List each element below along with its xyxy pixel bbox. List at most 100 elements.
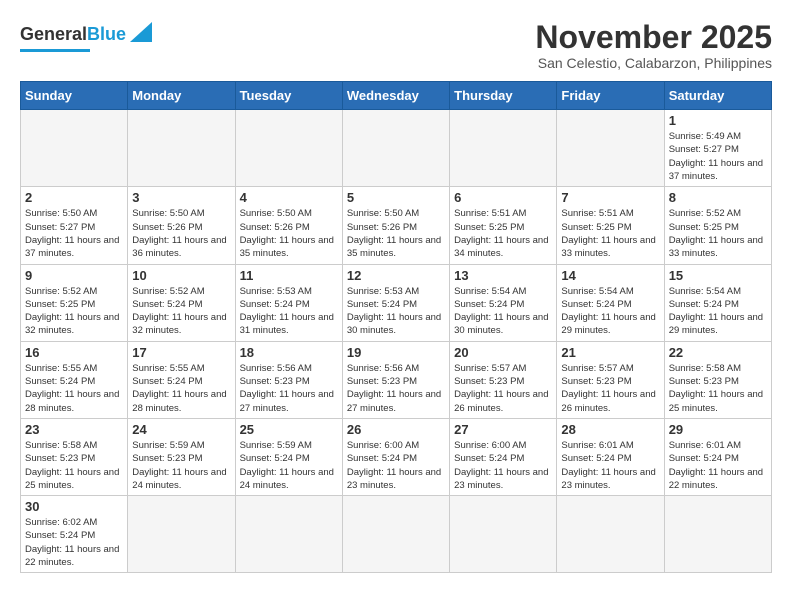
day-info: Sunrise: 6:00 AMSunset: 5:24 PMDaylight:… — [454, 439, 552, 492]
day-info: Sunrise: 5:49 AMSunset: 5:27 PMDaylight:… — [669, 130, 767, 183]
calendar-day-cell: 27 Sunrise: 6:00 AMSunset: 5:24 PMDayligh… — [450, 418, 557, 495]
day-number: 14 — [561, 268, 659, 283]
calendar-day-cell — [450, 496, 557, 573]
calendar-day-cell: 14 Sunrise: 5:54 AMSunset: 5:24 PMDayligh… — [557, 264, 664, 341]
calendar-table: SundayMondayTuesdayWednesdayThursdayFrid… — [20, 81, 772, 573]
day-number: 29 — [669, 422, 767, 437]
calendar-day-cell: 29 Sunrise: 6:01 AMSunset: 5:24 PMDayligh… — [664, 418, 771, 495]
day-info: Sunrise: 5:50 AMSunset: 5:26 PMDaylight:… — [240, 207, 338, 260]
calendar-day-cell — [21, 110, 128, 187]
calendar-week-row: 23Sunrise: 5:58 AMSunset: 5:23 PMDayligh… — [21, 418, 772, 495]
calendar-week-row: 2 Sunrise: 5:50 AMSunset: 5:27 PMDaylight… — [21, 187, 772, 264]
calendar-day-cell: 8 Sunrise: 5:52 AMSunset: 5:25 PMDaylight… — [664, 187, 771, 264]
calendar-day-cell: 3 Sunrise: 5:50 AMSunset: 5:26 PMDaylight… — [128, 187, 235, 264]
day-number: 27 — [454, 422, 552, 437]
calendar-day-cell: 13 Sunrise: 5:54 AMSunset: 5:24 PMDayligh… — [450, 264, 557, 341]
day-number: 1 — [669, 113, 767, 128]
day-info: Sunrise: 5:53 AMSunset: 5:24 PMDaylight:… — [240, 285, 338, 338]
calendar-day-cell: 26Sunrise: 6:00 AMSunset: 5:24 PMDayligh… — [342, 418, 449, 495]
day-info: Sunrise: 5:50 AMSunset: 5:26 PMDaylight:… — [347, 207, 445, 260]
logo-text: GeneralBlue — [20, 25, 126, 43]
calendar-day-cell: 7Sunrise: 5:51 AMSunset: 5:25 PMDaylight… — [557, 187, 664, 264]
calendar-week-row: 30Sunrise: 6:02 AMSunset: 5:24 PMDayligh… — [21, 496, 772, 573]
calendar-day-cell: 4 Sunrise: 5:50 AMSunset: 5:26 PMDaylight… — [235, 187, 342, 264]
calendar-day-cell — [557, 110, 664, 187]
calendar-day-cell — [235, 496, 342, 573]
calendar-day-cell: 9Sunrise: 5:52 AMSunset: 5:25 PMDaylight… — [21, 264, 128, 341]
day-number: 2 — [25, 190, 123, 205]
logo: GeneralBlue — [20, 20, 152, 52]
calendar-week-row: 9Sunrise: 5:52 AMSunset: 5:25 PMDaylight… — [21, 264, 772, 341]
day-info: Sunrise: 6:00 AMSunset: 5:24 PMDaylight:… — [347, 439, 445, 492]
calendar-day-cell: 24 Sunrise: 5:59 AMSunset: 5:23 PMDayligh… — [128, 418, 235, 495]
calendar-day-cell: 15Sunrise: 5:54 AMSunset: 5:24 PMDayligh… — [664, 264, 771, 341]
weekday-header: Tuesday — [235, 82, 342, 110]
logo-underline — [20, 49, 90, 52]
day-info: Sunrise: 5:52 AMSunset: 5:25 PMDaylight:… — [25, 285, 123, 338]
day-number: 16 — [25, 345, 123, 360]
calendar-day-cell: 21 Sunrise: 5:57 AMSunset: 5:23 PMDayligh… — [557, 341, 664, 418]
day-number: 17 — [132, 345, 230, 360]
day-info: Sunrise: 5:55 AMSunset: 5:24 PMDaylight:… — [132, 362, 230, 415]
day-number: 5 — [347, 190, 445, 205]
calendar-day-cell — [128, 496, 235, 573]
day-number: 3 — [132, 190, 230, 205]
day-number: 7 — [561, 190, 659, 205]
day-number: 18 — [240, 345, 338, 360]
calendar-day-cell: 2 Sunrise: 5:50 AMSunset: 5:27 PMDaylight… — [21, 187, 128, 264]
day-info: Sunrise: 5:51 AMSunset: 5:25 PMDaylight:… — [454, 207, 552, 260]
day-info: Sunrise: 5:50 AMSunset: 5:26 PMDaylight:… — [132, 207, 230, 260]
day-info: Sunrise: 5:58 AMSunset: 5:23 PMDaylight:… — [669, 362, 767, 415]
day-info: Sunrise: 5:56 AMSunset: 5:23 PMDaylight:… — [347, 362, 445, 415]
weekday-header: Monday — [128, 82, 235, 110]
day-number: 12 — [347, 268, 445, 283]
calendar-day-cell: 30Sunrise: 6:02 AMSunset: 5:24 PMDayligh… — [21, 496, 128, 573]
day-number: 24 — [132, 422, 230, 437]
calendar-day-cell: 12 Sunrise: 5:53 AMSunset: 5:24 PMDayligh… — [342, 264, 449, 341]
calendar-day-cell: 23Sunrise: 5:58 AMSunset: 5:23 PMDayligh… — [21, 418, 128, 495]
day-info: Sunrise: 6:01 AMSunset: 5:24 PMDaylight:… — [669, 439, 767, 492]
weekday-header: Thursday — [450, 82, 557, 110]
day-info: Sunrise: 5:54 AMSunset: 5:24 PMDaylight:… — [669, 285, 767, 338]
calendar-day-cell: 11 Sunrise: 5:53 AMSunset: 5:24 PMDayligh… — [235, 264, 342, 341]
calendar-day-cell: 5 Sunrise: 5:50 AMSunset: 5:26 PMDaylight… — [342, 187, 449, 264]
calendar-header-row: SundayMondayTuesdayWednesdayThursdayFrid… — [21, 82, 772, 110]
weekday-header: Sunday — [21, 82, 128, 110]
day-info: Sunrise: 5:54 AMSunset: 5:24 PMDaylight:… — [561, 285, 659, 338]
day-number: 13 — [454, 268, 552, 283]
day-info: Sunrise: 5:52 AMSunset: 5:25 PMDaylight:… — [669, 207, 767, 260]
calendar-day-cell — [128, 110, 235, 187]
day-number: 19 — [347, 345, 445, 360]
day-number: 30 — [25, 499, 123, 514]
day-info: Sunrise: 5:56 AMSunset: 5:23 PMDaylight:… — [240, 362, 338, 415]
day-info: Sunrise: 5:57 AMSunset: 5:23 PMDaylight:… — [454, 362, 552, 415]
day-info: Sunrise: 5:53 AMSunset: 5:24 PMDaylight:… — [347, 285, 445, 338]
day-info: Sunrise: 5:54 AMSunset: 5:24 PMDaylight:… — [454, 285, 552, 338]
day-info: Sunrise: 5:57 AMSunset: 5:23 PMDaylight:… — [561, 362, 659, 415]
day-number: 20 — [454, 345, 552, 360]
calendar-week-row: 1 Sunrise: 5:49 AMSunset: 5:27 PMDaylight… — [21, 110, 772, 187]
day-number: 4 — [240, 190, 338, 205]
day-info: Sunrise: 5:59 AMSunset: 5:23 PMDaylight:… — [132, 439, 230, 492]
day-number: 21 — [561, 345, 659, 360]
calendar-day-cell: 18 Sunrise: 5:56 AMSunset: 5:23 PMDayligh… — [235, 341, 342, 418]
day-info: Sunrise: 5:58 AMSunset: 5:23 PMDaylight:… — [25, 439, 123, 492]
page-header: GeneralBlue November 2025 San Celestio, … — [20, 20, 772, 71]
calendar-day-cell: 22 Sunrise: 5:58 AMSunset: 5:23 PMDayligh… — [664, 341, 771, 418]
calendar-day-cell — [342, 110, 449, 187]
calendar-day-cell: 19 Sunrise: 5:56 AMSunset: 5:23 PMDayligh… — [342, 341, 449, 418]
calendar-day-cell: 16 Sunrise: 5:55 AMSunset: 5:24 PMDayligh… — [21, 341, 128, 418]
day-number: 22 — [669, 345, 767, 360]
calendar-day-cell: 28Sunrise: 6:01 AMSunset: 5:24 PMDayligh… — [557, 418, 664, 495]
day-info: Sunrise: 5:55 AMSunset: 5:24 PMDaylight:… — [25, 362, 123, 415]
day-info: Sunrise: 5:50 AMSunset: 5:27 PMDaylight:… — [25, 207, 123, 260]
day-number: 11 — [240, 268, 338, 283]
calendar-day-cell: 1 Sunrise: 5:49 AMSunset: 5:27 PMDaylight… — [664, 110, 771, 187]
calendar-day-cell: 25Sunrise: 5:59 AMSunset: 5:24 PMDayligh… — [235, 418, 342, 495]
day-number: 28 — [561, 422, 659, 437]
month-title: November 2025 — [535, 20, 772, 55]
calendar-day-cell: 10Sunrise: 5:52 AMSunset: 5:24 PMDayligh… — [128, 264, 235, 341]
day-number: 25 — [240, 422, 338, 437]
calendar-day-cell — [450, 110, 557, 187]
day-number: 8 — [669, 190, 767, 205]
